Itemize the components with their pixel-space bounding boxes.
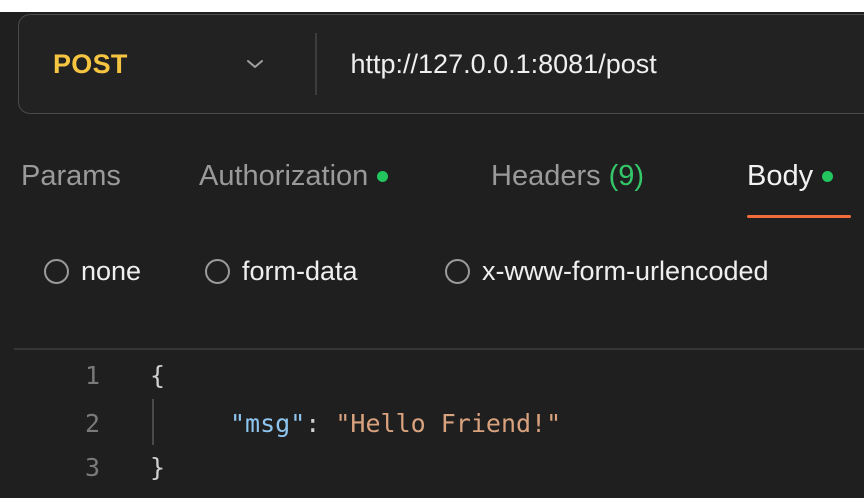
method-dropdown[interactable]: POST (19, 15, 315, 113)
tab-authorization[interactable]: Authorization (199, 160, 389, 193)
url-input[interactable]: http://127.0.0.1:8081/post (317, 49, 657, 80)
active-tab-indicator (747, 215, 851, 218)
code-line: 2 "msg": "Hello Friend!" (0, 409, 864, 453)
radio-form-data[interactable]: form-data (205, 256, 358, 287)
top-edge (0, 0, 864, 12)
json-value: "Hello Friend!" (335, 409, 562, 438)
tab-body[interactable]: Body (747, 160, 834, 193)
active-status-dot-icon (822, 171, 834, 182)
json-pair: "msg": "Hello Friend!" (230, 409, 561, 438)
radio-circle-icon (44, 259, 69, 284)
close-brace: } (150, 453, 166, 482)
body-type-options: none form-data x-www-form-urlencoded (0, 250, 864, 300)
request-editor: POST http://127.0.0.1:8081/post Params A… (0, 0, 864, 498)
active-status-dot-icon (377, 171, 389, 182)
section-divider (14, 348, 864, 350)
line-number: 1 (84, 361, 100, 390)
radio-urlencoded-label: x-www-form-urlencoded (482, 256, 769, 286)
radio-none[interactable]: none (44, 256, 141, 287)
tab-headers-label: Headers (491, 160, 601, 192)
tab-authorization-label: Authorization (199, 160, 369, 192)
json-key: "msg" (230, 409, 306, 438)
tab-body-label: Body (747, 160, 814, 192)
request-tabs: Params Authorization Headers (9) Body (0, 152, 864, 222)
radio-urlencoded[interactable]: x-www-form-urlencoded (445, 256, 769, 287)
json-colon: : (305, 409, 336, 438)
tab-params-label: Params (21, 160, 121, 192)
radio-form-data-label: form-data (242, 256, 358, 286)
radio-none-label: none (81, 256, 142, 286)
request-url-bar: POST http://127.0.0.1:8081/post (18, 14, 864, 114)
tab-params[interactable]: Params (21, 160, 121, 193)
open-brace: { (150, 361, 166, 390)
radio-circle-icon (445, 259, 470, 284)
code-line: 1 { (0, 361, 864, 405)
headers-count: (9) (608, 160, 645, 192)
json-body-editor[interactable]: 1 { 2 "msg": "Hello Friend!" 3 } (0, 356, 864, 498)
line-number: 2 (84, 409, 100, 438)
radio-circle-icon (205, 259, 230, 284)
tab-headers[interactable]: Headers (9) (491, 160, 644, 193)
method-label: POST (53, 48, 128, 79)
chevron-down-icon (247, 60, 263, 68)
line-number: 3 (84, 453, 100, 482)
code-line: 3 } (0, 453, 864, 497)
